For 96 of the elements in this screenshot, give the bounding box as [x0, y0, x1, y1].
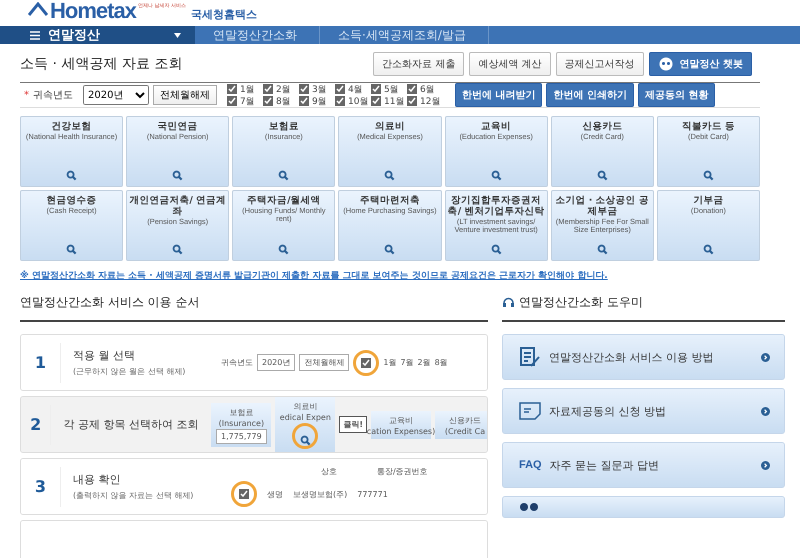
headset-icon: [502, 297, 515, 308]
month-checkbox[interactable]: [263, 96, 273, 106]
house-logo-icon: [28, 2, 48, 16]
help-link[interactable]: FAQ 자주 묻는 질문과 답변: [502, 442, 785, 488]
month-label: 1월: [240, 84, 255, 96]
search-icon: [596, 244, 608, 255]
notice-link[interactable]: ※ 연말정산간소화 자료는 소득 · 세액공제 증명서류 발급기관이 제출한 자료를 그대로 보여주는 것이므로 공제요건은 근로자가 확인해야 합니다.: [20, 269, 800, 282]
month-label: 2월: [276, 84, 291, 96]
search-icon: [66, 170, 78, 181]
step-number: 2: [21, 404, 52, 444]
arrow-icon: [761, 406, 770, 416]
search-icon: [490, 170, 502, 181]
search-icon: [702, 170, 714, 181]
month-checkbox[interactable]: [299, 84, 309, 94]
month-label: 4월: [348, 84, 363, 96]
chatbot-button[interactable]: 연말정산 챗봇: [648, 52, 752, 76]
action-button[interactable]: 한번에 인쇄하기: [546, 83, 634, 107]
search-icon: [66, 244, 78, 255]
demo-cell: 777771: [357, 490, 388, 498]
demo-cell: 보생명보험(주): [293, 488, 348, 500]
click-tooltip: 클릭!: [339, 416, 367, 433]
month-label: 8월: [276, 96, 291, 108]
breadcrumb-link[interactable]: 소득·세액공제조회/발급: [320, 26, 489, 44]
search-icon: [278, 170, 290, 181]
caret-icon: [174, 32, 181, 38]
page-title: 소득 · 세액공제 자료 조회: [20, 55, 184, 73]
month-label: 11월: [384, 96, 404, 108]
arrow-icon: [761, 460, 770, 470]
demo-card: 보험료 (Insurance) 1,775,779: [211, 402, 272, 446]
month-checkbox[interactable]: [371, 84, 381, 94]
faq-label: FAQ: [519, 459, 542, 471]
search-icon: [300, 435, 311, 446]
month-label: 12월: [420, 96, 440, 108]
document-icon: [519, 402, 541, 420]
demo-card: 신용카드 (Credit Ca: [435, 410, 487, 438]
help-link[interactable]: 자료제공동의 신청 방법: [502, 388, 785, 434]
help-link[interactable]: 연말정산간소화 서비스 이용 방법: [502, 334, 785, 380]
document-pen-icon: [519, 346, 541, 368]
month-label: 10월: [348, 96, 368, 108]
month-label: 3월: [312, 84, 327, 96]
chat-icon: [519, 502, 539, 512]
search-icon: [172, 170, 184, 181]
month-checkbox[interactable]: [335, 96, 345, 106]
menu-icon: [30, 30, 40, 40]
action-button[interactable]: 예상세액 계산: [469, 52, 551, 76]
step-title: 적용 월 선택: [73, 348, 136, 363]
month-checkbox[interactable]: [299, 96, 309, 106]
demo-card: 의료비 edical Expen: [275, 397, 336, 452]
menu-dropdown[interactable]: 연말정산: [0, 26, 195, 44]
month-checkbox[interactable]: [407, 84, 417, 94]
demo-column-header: 통장/증권번호: [377, 466, 428, 477]
year-select[interactable]: 2020년: [83, 85, 149, 105]
month-label: 7월: [240, 96, 255, 108]
action-button[interactable]: 공제신고서작성: [556, 52, 644, 76]
demo-cell: 생명: [267, 488, 283, 500]
search-icon: [490, 244, 502, 255]
search-icon: [384, 244, 396, 255]
arrow-icon: [761, 352, 770, 362]
month-checkbox[interactable]: [227, 84, 237, 94]
action-button[interactable]: 간소화자료 제출: [373, 52, 464, 76]
step-hint: (근무하지 않은 월은 선택 해제): [73, 366, 186, 377]
search-icon: [172, 244, 184, 255]
step-title: 내용 확인: [73, 472, 122, 487]
search-icon: [702, 244, 714, 255]
step-number: 1: [21, 342, 61, 382]
demo-month-label: 1월: [383, 357, 396, 368]
breadcrumb-link[interactable]: 연말정산간소화: [195, 26, 320, 44]
step-number: 3: [21, 466, 61, 506]
agency-name: 국세청홈택스: [191, 7, 258, 22]
month-label: 5월: [384, 84, 399, 96]
required-mark: *: [24, 90, 29, 100]
year-label: 귀속년도: [33, 89, 74, 102]
demo-column-header: 상호: [321, 466, 337, 477]
search-icon: [384, 170, 396, 181]
month-checkbox[interactable]: [227, 96, 237, 106]
clear-months-button[interactable]: 전체월해제: [153, 85, 217, 105]
demo-month-label: 8월: [434, 357, 448, 368]
month-checkbox[interactable]: [335, 84, 345, 94]
action-button[interactable]: 제공동의 현황: [638, 83, 716, 107]
robot-icon: [658, 57, 674, 71]
step-hint: (출력하지 않을 자료는 선택 해제): [73, 490, 194, 501]
action-button[interactable]: 한번에 내려받기: [455, 83, 542, 107]
section-title: 연말정산간소화 서비스 이용 순서: [20, 294, 200, 311]
month-checkbox[interactable]: [371, 96, 381, 106]
search-icon: [278, 244, 290, 255]
month-checkbox[interactable]: [407, 96, 417, 106]
demo-label: 귀속년도: [221, 357, 253, 368]
search-icon: [596, 170, 608, 181]
step-title: 각 공제 항목 선택하여 조회: [63, 417, 200, 432]
month-label: 9월: [312, 96, 327, 108]
month-checkbox[interactable]: [263, 84, 273, 94]
section-title: 연말정산간소화 도우미: [519, 294, 643, 311]
logo-text: Hometax: [50, 0, 136, 22]
demo-month-label: 7월: [400, 357, 414, 368]
month-label: 6월: [420, 84, 435, 96]
demo-month-label: 2월: [418, 357, 431, 368]
